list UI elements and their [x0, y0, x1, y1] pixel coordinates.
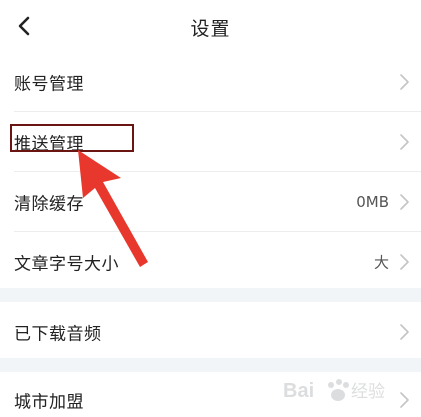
section-gap [0, 358, 421, 372]
page-title: 设置 [190, 18, 231, 40]
chevron-right-icon [400, 392, 409, 408]
chevron-right-icon [400, 134, 409, 150]
settings-item-push[interactable]: 推送管理 [0, 112, 421, 172]
settings-item-label: 已下载音频 [14, 324, 102, 345]
settings-item-label: 账号管理 [14, 74, 84, 95]
cache-size-value: 0MB [356, 193, 389, 211]
section-gap [0, 288, 421, 302]
settings-item-label: 文章字号大小 [14, 254, 119, 275]
settings-item-font-size[interactable]: 文章字号大小 大 [0, 232, 421, 292]
settings-item-city-franchise[interactable]: 城市加盟 [0, 372, 421, 417]
settings-item-label: 推送管理 [14, 134, 84, 155]
chevron-right-icon [400, 324, 409, 340]
top-bar: 设置 [0, 0, 421, 52]
font-size-value: 大 [373, 253, 389, 272]
settings-item-account[interactable]: 账号管理 [0, 52, 421, 112]
settings-item-label: 清除缓存 [14, 194, 84, 215]
chevron-right-icon [400, 254, 409, 270]
settings-item-label: 城市加盟 [14, 392, 84, 413]
settings-item-clear-cache[interactable]: 清除缓存 0MB [0, 172, 421, 232]
chevron-right-icon [400, 194, 409, 210]
settings-item-downloaded-audio[interactable]: 已下载音频 [0, 302, 421, 362]
chevron-right-icon [400, 74, 409, 90]
